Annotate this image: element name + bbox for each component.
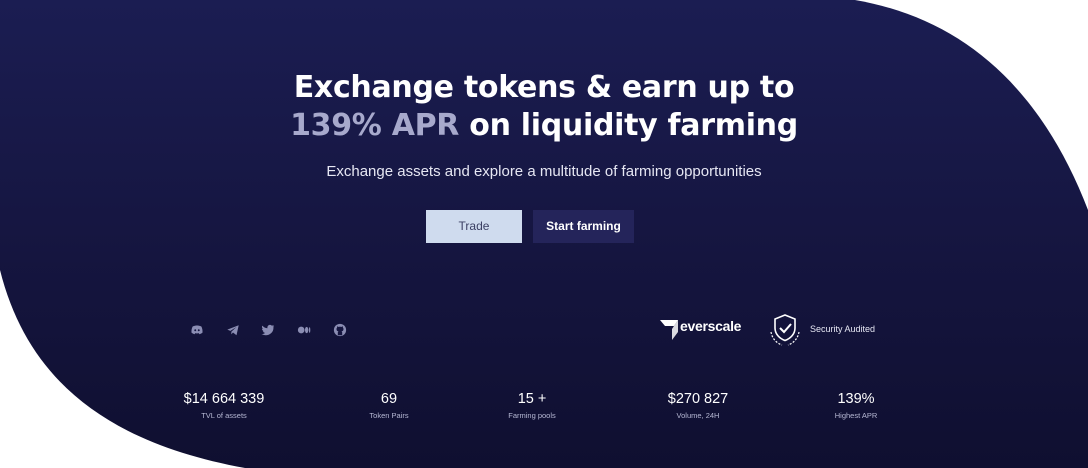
stat-tvl: $14 664 339 TVL of assets <box>154 390 294 420</box>
security-audited-label: Security Audited <box>810 324 876 334</box>
hero-title-line1: Exchange tokens & earn up to <box>293 70 795 105</box>
stat-value: $14 664 339 <box>183 391 265 407</box>
everscale-logo-text: everscale <box>680 318 742 334</box>
medium-icon[interactable] <box>297 323 311 337</box>
stat-label: Volume, 24H <box>676 411 720 420</box>
stat-label: TVL of assets <box>201 411 247 420</box>
github-icon[interactable] <box>333 323 347 337</box>
stat-value: 15 + <box>517 391 547 407</box>
twitter-icon[interactable] <box>261 323 275 337</box>
stat-value: $270 827 <box>667 391 729 407</box>
stat-token-pairs: 69 Token Pairs <box>319 390 459 420</box>
stat-highest-apr: 139% Highest APR <box>786 390 926 420</box>
stat-label: Token Pairs <box>369 411 409 420</box>
trade-button[interactable]: Trade <box>426 210 522 243</box>
discord-icon[interactable] <box>190 323 204 337</box>
stat-farming-pools: 15 + Farming pools <box>462 390 602 420</box>
telegram-icon[interactable] <box>226 323 240 337</box>
security-shield-icon <box>770 314 800 346</box>
hero-title-line2: 139% APR on liquidity farming <box>0 106 1088 146</box>
hero-subtitle: Exchange assets and explore a multitude … <box>326 163 762 180</box>
everscale-mark-icon <box>660 320 678 340</box>
stat-label: Farming pools <box>508 411 556 420</box>
apr-highlight: 139% APR <box>290 108 460 143</box>
start-farming-button[interactable]: Start farming <box>533 210 634 243</box>
stat-value: 69 <box>380 391 398 407</box>
stat-label: Highest APR <box>834 411 878 420</box>
stat-volume-24h: $270 827 Volume, 24H <box>628 390 768 420</box>
hero-title-line2-rest: on liquidity farming <box>459 108 798 143</box>
stat-value: 139% <box>837 391 875 407</box>
